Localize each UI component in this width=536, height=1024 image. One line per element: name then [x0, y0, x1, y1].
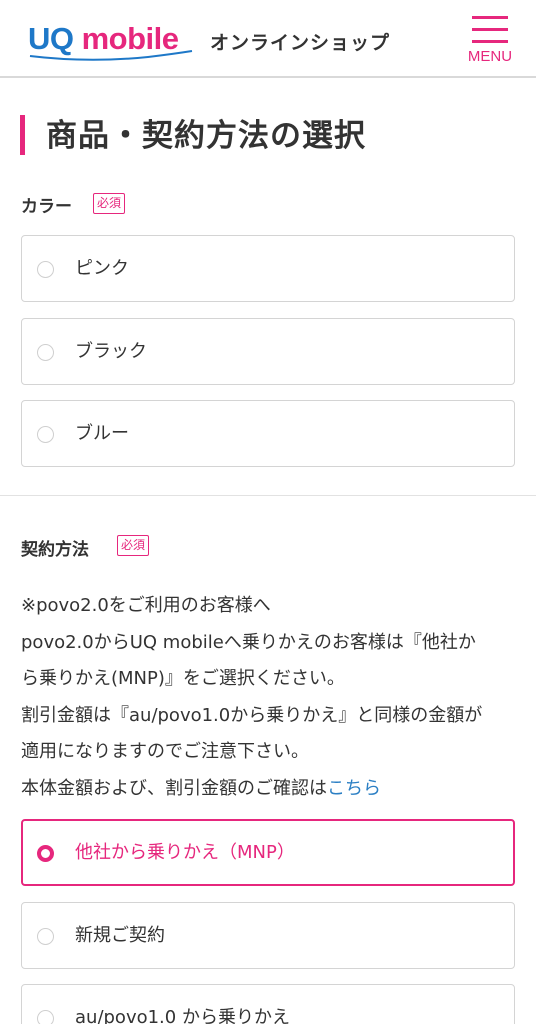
radio-button-selected[interactable]	[37, 845, 54, 862]
radio-button[interactable]	[37, 1010, 54, 1024]
notice-line: 本体金額および、割引金額のご確認はこちら	[21, 771, 521, 808]
radio-button[interactable]	[37, 928, 54, 945]
notice-last-text: 本体金額および、割引金額のご確認は	[21, 777, 327, 799]
option-label: au/povo1.0 から乗りかえ	[75, 1007, 290, 1024]
required-badge: 必須	[117, 535, 150, 556]
logo-swoosh-icon	[29, 50, 193, 61]
title-accent-bar	[20, 115, 25, 155]
uq-mobile-logo[interactable]: UQ mobile	[28, 22, 194, 62]
contract-option-au-povo[interactable]: au/povo1.0 から乗りかえ	[21, 984, 515, 1024]
color-section-label: カラー	[21, 197, 72, 217]
option-label: ブルー	[75, 423, 129, 444]
radio-button[interactable]	[37, 344, 54, 361]
site-header: UQ mobile オンラインショップ MENU	[0, 0, 536, 78]
contract-option-mnp[interactable]: 他社から乗りかえ（MNP）	[21, 819, 515, 886]
shop-title: オンラインショップ	[210, 32, 391, 54]
contract-section-label: 契約方法	[21, 540, 89, 560]
radio-button[interactable]	[37, 261, 54, 278]
price-details-link[interactable]: こちら	[327, 778, 381, 799]
notice-line: ※povo2.0をご利用のお客様へ	[21, 595, 271, 616]
option-label: ブラック	[75, 341, 147, 362]
hamburger-icon	[472, 16, 508, 19]
page-title: 商品・契約方法の選択	[46, 118, 366, 154]
notice-line: 割引金額は『au/povo1.0から乗りかえ』と同様の金額が	[21, 704, 483, 726]
radio-button[interactable]	[37, 426, 54, 443]
menu-button[interactable]: MENU	[462, 14, 518, 70]
color-option-pink[interactable]: ピンク	[21, 235, 515, 302]
color-option-black[interactable]: ブラック	[21, 318, 515, 385]
notice-line: povo2.0からUQ mobileへ乗りかえのお客様は『他社か	[21, 631, 476, 653]
option-label: 新規ご契約	[75, 925, 165, 946]
section-divider	[0, 495, 536, 496]
menu-label: MENU	[467, 48, 513, 65]
contract-option-new[interactable]: 新規ご契約	[21, 902, 515, 969]
notice-line: 適用になりますのでご注意下さい。	[21, 741, 309, 763]
option-label: ピンク	[75, 258, 129, 279]
required-badge: 必須	[93, 193, 126, 214]
notice-line: ら乗りかえ(MNP)』をご選択ください。	[21, 668, 345, 690]
povo-notice: ※povo2.0をご利用のお客様へ povo2.0からUQ mobileへ乗りか…	[21, 588, 521, 808]
option-label: 他社から乗りかえ（MNP）	[75, 842, 295, 863]
color-option-blue[interactable]: ブルー	[21, 400, 515, 467]
